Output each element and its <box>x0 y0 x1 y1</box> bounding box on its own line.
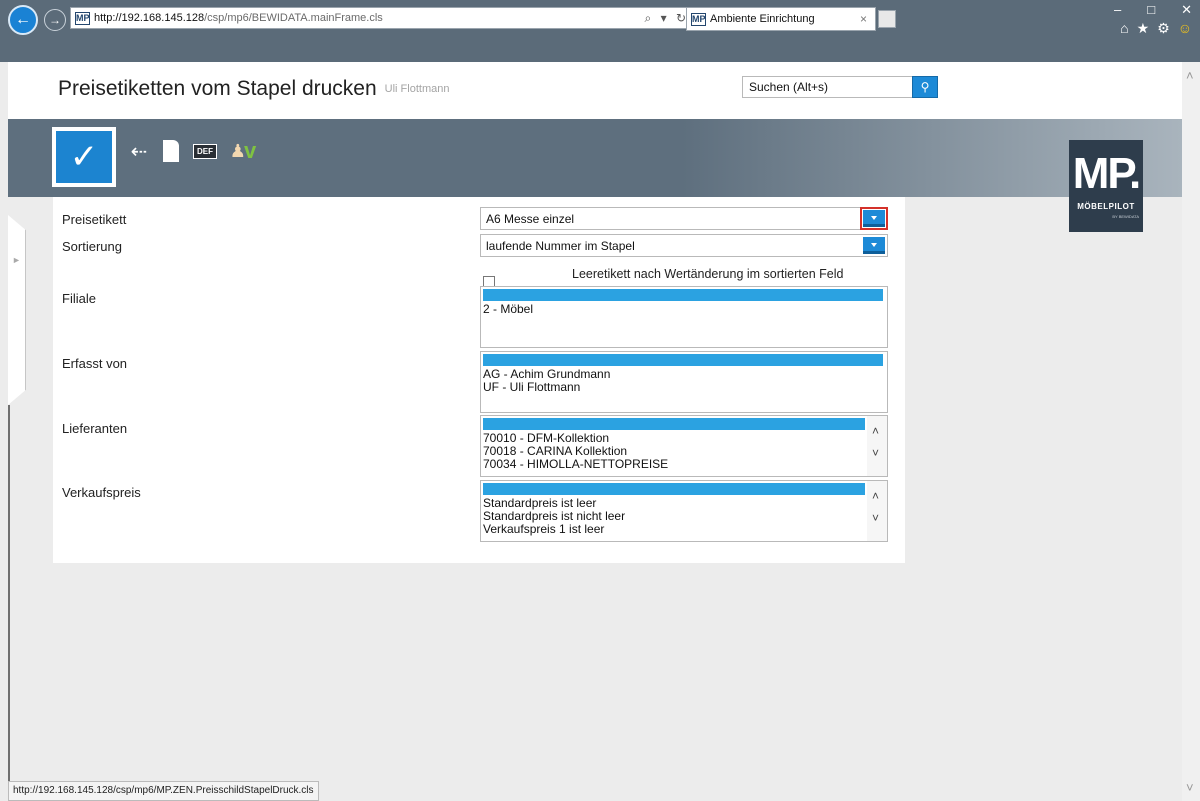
def-icon: DEF <box>193 143 217 159</box>
back-arrow-icon: ← <box>15 11 31 28</box>
lieferanten-listbox[interactable]: 70010 - DFM-Kollektion 70018 - CARINA Ko… <box>480 415 888 477</box>
verkaufspreis-listbox[interactable]: Standardpreis ist leer Standardpreis ist… <box>480 480 888 542</box>
address-host: http://192.168.145.128 <box>94 12 205 24</box>
favorites-star-icon[interactable]: ★ <box>1137 20 1150 37</box>
confirm-button[interactable]: ✓ <box>52 127 116 187</box>
preisetikett-select[interactable]: A6 Messe einzel <box>480 207 888 230</box>
erfasst-option[interactable]: UF - Uli Flottmann <box>481 381 887 394</box>
address-tools-icon[interactable]: ⌕ ▾ ↻ <box>645 11 689 26</box>
verkaufspreis-selected-empty[interactable] <box>483 483 865 495</box>
logo-mark: MP. <box>1072 149 1142 198</box>
sortierung-dropdown-button[interactable] <box>863 237 885 254</box>
erfasst-selected-empty[interactable] <box>483 354 883 366</box>
page-title-text: Preisetiketten vom Stapel drucken <box>58 77 377 100</box>
document-icon <box>163 140 179 162</box>
default-button[interactable]: DEF <box>192 137 218 165</box>
back-dropdown-icon: ⇠ <box>130 140 148 163</box>
forward-arrow-icon: → <box>49 13 61 27</box>
verkaufspreis-label: Verkaufspreis <box>62 485 141 500</box>
minimize-icon[interactable]: – <box>1114 2 1121 18</box>
preisetikett-label: Preisetikett <box>62 212 127 227</box>
sortierung-value: laufende Nummer im Stapel <box>486 239 635 253</box>
browser-back-button[interactable]: ← <box>8 5 38 35</box>
magnifier-icon: ⚲ <box>920 80 930 94</box>
preisetikett-value: A6 Messe einzel <box>486 212 575 226</box>
moebelpilot-logo: MP. MÖBELPILOT BY BEWIDATA <box>1069 140 1143 232</box>
filiale-listbox[interactable]: 2 - Möbel <box>480 286 888 348</box>
settings-gear-icon[interactable]: ⚙ <box>1157 20 1170 37</box>
filiale-label: Filiale <box>62 291 96 306</box>
address-path: /csp/mp6/BEWIDATA.mainFrame.cls <box>204 12 383 24</box>
browser-chrome: ← → MP http://192.168.145.128/csp/mp6/BE… <box>0 0 1200 62</box>
scroll-down-icon[interactable]: ˅ <box>872 446 879 460</box>
lieferanten-scrollbar[interactable]: ˄ ˅ <box>867 416 887 476</box>
verkaufspreis-scrollbar[interactable]: ˄ ˅ <box>867 481 887 541</box>
filiale-option[interactable]: 2 - Möbel <box>481 303 887 316</box>
scroll-down-icon[interactable]: ˅ <box>872 511 879 525</box>
browser-tab[interactable]: MP Ambiente Einrichtung × <box>686 7 876 31</box>
status-bar-url: http://192.168.145.128/csp/mp6/MP.ZEN.Pr… <box>8 781 319 801</box>
page-header: Preisetiketten vom Stapel drucken Uli Flo… <box>8 62 1182 119</box>
leeretikett-label: Leeretikett nach Wertänderung im sortier… <box>572 267 844 281</box>
left-frame-edge <box>8 405 10 801</box>
search-input[interactable]: Suchen (Alt+s) <box>742 76 938 98</box>
lieferanten-option[interactable]: 70034 - HIMOLLA-NETTOPREISE <box>481 458 887 471</box>
page-viewport: Preisetiketten vom Stapel drucken Uli Flo… <box>8 62 1182 801</box>
window-controls: – □ ✕ <box>1114 2 1192 18</box>
checkmark-icon: ✓ <box>56 131 112 183</box>
verkaufspreis-option[interactable]: Verkaufspreis 1 ist leer <box>481 523 887 536</box>
user-check-button[interactable]: ♟ v <box>226 137 260 165</box>
home-icon[interactable]: ⌂ <box>1120 20 1128 37</box>
action-toolbar: ✓ ⇠ DEF ♟ v MP. MÖBELPILOT BY BEWIDATA <box>8 119 1182 232</box>
browser-toolbar-icons: ⌂ ★ ⚙ ☺ <box>1120 20 1192 37</box>
document-hand-button[interactable] <box>158 137 184 165</box>
filiale-selected-empty[interactable] <box>483 289 883 301</box>
sortierung-select[interactable]: laufende Nummer im Stapel <box>480 234 888 257</box>
erfasst-von-listbox[interactable]: AG - Achim Grundmann UF - Uli Flottmann <box>480 351 888 413</box>
close-window-icon[interactable]: ✕ <box>1181 2 1192 18</box>
erfasst-von-label: Erfasst von <box>62 356 128 371</box>
check-icon: v <box>243 138 257 163</box>
current-user: Uli Flottmann <box>384 83 450 96</box>
browser-forward-button[interactable]: → <box>44 9 66 31</box>
page-scroll-down-icon[interactable]: ˅ <box>1186 780 1194 795</box>
expand-arrow-icon: ► <box>12 255 21 265</box>
page-scroll-up-icon[interactable]: ˄ <box>1186 68 1194 83</box>
mp-favicon-icon: MP <box>75 11 90 25</box>
sortierung-label: Sortierung <box>62 239 122 254</box>
tab-close-icon[interactable]: × <box>860 12 867 26</box>
scroll-up-icon[interactable]: ˄ <box>872 489 879 503</box>
print-form: Preisetikett A6 Messe einzel Sortierung … <box>53 197 905 563</box>
lieferanten-label: Lieferanten <box>62 421 128 436</box>
address-bar[interactable]: MP http://192.168.145.128/csp/mp6/BEWIDA… <box>70 7 696 29</box>
tab-title: Ambiente Einrichtung <box>710 13 815 25</box>
search-button[interactable]: ⚲ <box>912 76 938 98</box>
scroll-up-icon[interactable]: ˄ <box>872 424 879 438</box>
page-scrollbar[interactable]: ˄ ˅ <box>1182 62 1200 801</box>
maximize-icon[interactable]: □ <box>1147 2 1155 18</box>
new-tab-button[interactable] <box>878 10 896 28</box>
logo-name: MÖBELPILOT <box>1077 202 1135 211</box>
preisetikett-dropdown-button[interactable] <box>860 207 888 230</box>
back-button[interactable]: ⇠ <box>126 137 152 165</box>
page-title: Preisetiketten vom Stapel drucken Uli Flo… <box>58 77 449 101</box>
feedback-smiley-icon[interactable]: ☺ <box>1178 20 1192 37</box>
logo-tagline: BY BEWIDATA <box>1112 214 1139 219</box>
side-panel-toggle[interactable]: ► <box>8 215 26 405</box>
lieferanten-selected-empty[interactable] <box>483 418 865 430</box>
tab-favicon-icon: MP <box>691 12 706 26</box>
